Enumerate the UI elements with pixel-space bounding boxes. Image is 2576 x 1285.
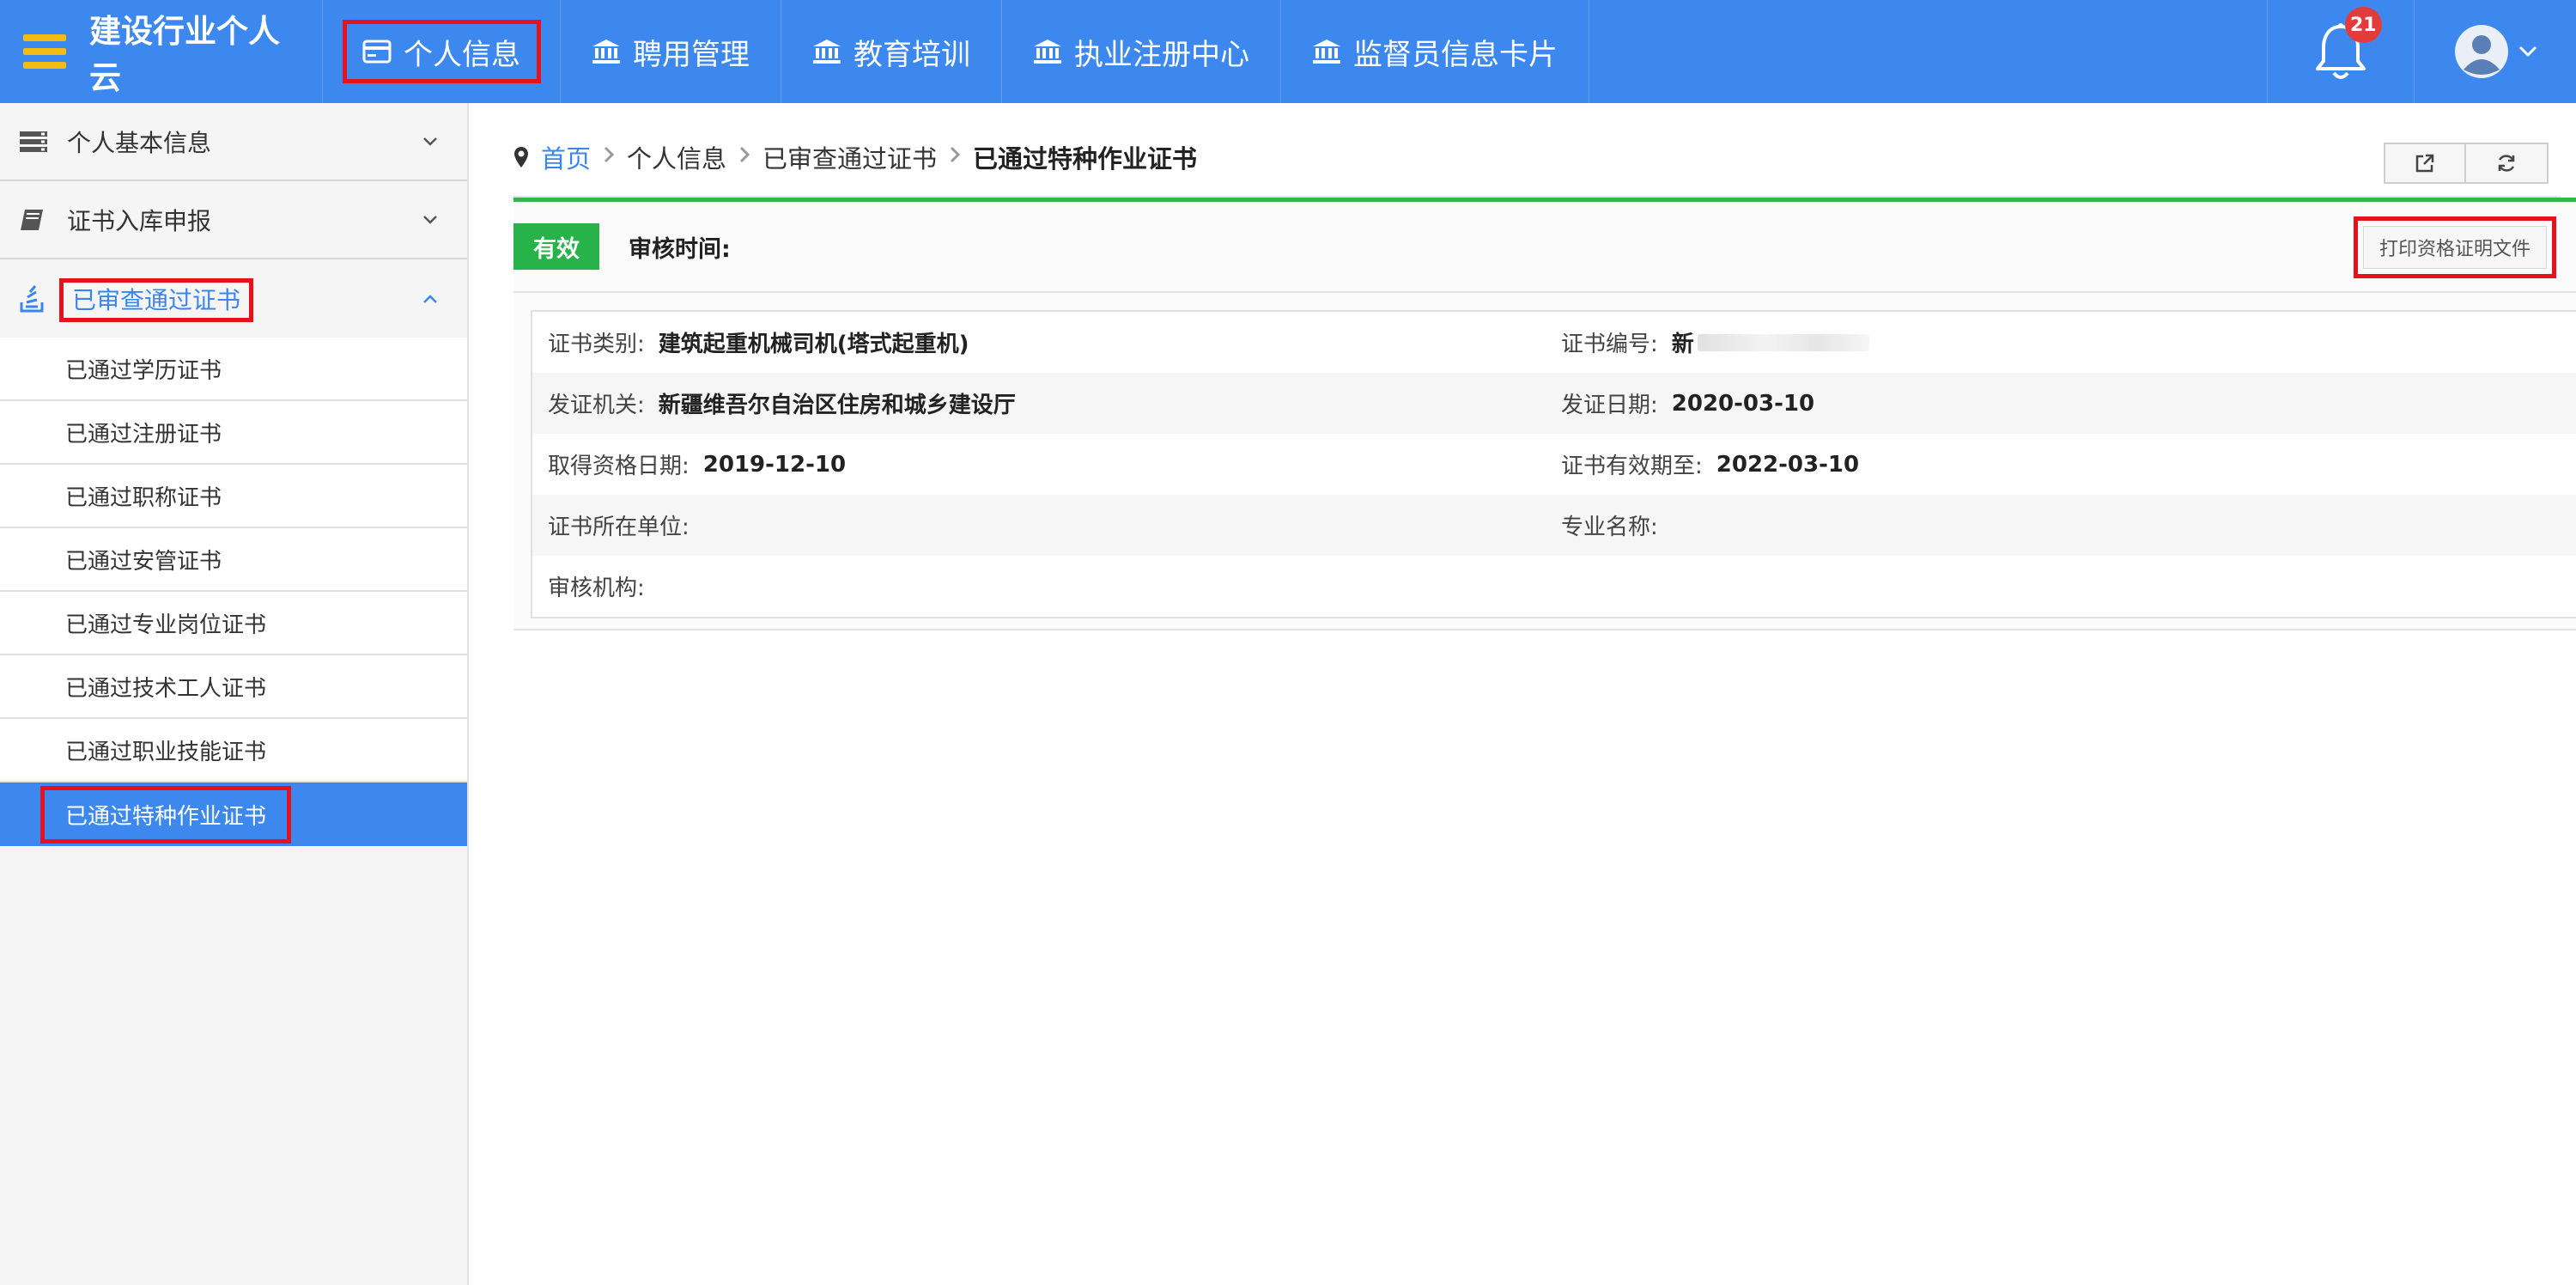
chevron-right-icon: [949, 144, 961, 170]
print-qualification-button[interactable]: 打印资格证明文件: [2354, 216, 2556, 278]
main-content: 首页 个人信息 已审查通过证书 已通过特种作业证书 有效 审核时间: 打印资格证…: [471, 103, 2576, 1285]
nav-label: 聘用管理: [633, 37, 750, 72]
chevron-down-icon: [2518, 46, 2537, 58]
valid-until-label: 证书有效期至:: [1561, 454, 1703, 479]
issue-date-label: 发证日期:: [1561, 393, 1658, 418]
id-card-icon: [362, 40, 392, 64]
cert-category-label: 证书类别:: [548, 332, 645, 357]
sidebar-item-safety-cert[interactable]: 已通过安管证书: [0, 528, 467, 592]
status-badge: 有效: [513, 223, 599, 270]
detail-row: 取得资格日期: 2019-12-10 证书有效期至: 2022-03-10: [532, 434, 2576, 495]
bank-icon: [812, 39, 841, 64]
sidebar-item-education-cert[interactable]: 已通过学历证书: [0, 338, 467, 401]
certificate-card: 有效 审核时间: 打印资格证明文件 证书类别: 建筑起重机械司机(塔式起重机) …: [513, 198, 2576, 630]
sidebar-item-professional-post-cert[interactable]: 已通过专业岗位证书: [0, 592, 467, 655]
chevron-down-icon: [423, 137, 437, 146]
sidebar-group-label: 个人基本信息: [67, 128, 212, 157]
notifications-button[interactable]: 21: [2267, 0, 2415, 103]
sidebar-group-cert-declaration[interactable]: 证书入库申报: [0, 181, 467, 259]
issuing-authority-label: 发证机关:: [548, 393, 645, 418]
server-icon: [19, 131, 50, 153]
nav-employment[interactable]: 聘用管理: [561, 0, 781, 103]
sidebar-item-vocational-skill-cert[interactable]: 已通过职业技能证书: [0, 719, 467, 783]
nav-label: 个人信息: [404, 37, 520, 72]
audit-time-label: 审核时间:: [629, 235, 731, 263]
page-tools: [2384, 143, 2549, 184]
sidebar-group-label: 已审查通过证书: [58, 277, 254, 322]
cert-number-value: 新: [1671, 332, 1694, 357]
nav-label: 监督员信息卡片: [1353, 37, 1558, 72]
nav-label: 执业注册中心: [1074, 37, 1249, 72]
cert-category-value: 建筑起重机械司机(塔式起重机): [658, 332, 969, 357]
sidebar-item-registration-cert[interactable]: 已通过注册证书: [0, 401, 467, 465]
approved-certs-submenu: 已通过学历证书 已通过注册证书 已通过职称证书 已通过安管证书 已通过专业岗位证…: [0, 338, 467, 846]
certificate-card-header: 有效 审核时间: 打印资格证明文件: [513, 202, 2576, 293]
breadcrumb-level1: 个人信息: [627, 144, 727, 174]
bank-icon: [592, 39, 621, 64]
certificate-details: 证书类别: 建筑起重机械司机(塔式起重机) 证书编号: 新 发证机关: 新疆维吾…: [531, 310, 2576, 618]
breadcrumb-level2: 已审查通过证书: [762, 144, 938, 174]
detail-row: 证书所在单位: 专业名称:: [532, 495, 2576, 556]
open-new-window-button[interactable]: [2384, 143, 2466, 184]
chevron-down-icon: [423, 215, 437, 224]
notification-count-badge: 21: [2345, 7, 2382, 43]
sidebar-item-special-operation-cert[interactable]: 已通过特种作业证书: [0, 783, 467, 846]
chevron-right-icon: [603, 144, 615, 170]
detail-row: 审核机构:: [532, 556, 2576, 617]
breadcrumb-home-link[interactable]: 首页: [541, 139, 591, 175]
qualification-date-value: 2019-12-10: [702, 451, 847, 478]
stack-icon: [19, 284, 50, 313]
sidebar-group-approved-certs[interactable]: 已审查通过证书: [0, 259, 467, 338]
breadcrumb: 首页 个人信息 已审查通过证书 已通过特种作业证书: [513, 119, 2561, 198]
sidebar: 个人基本信息 证书入库申报 已审查通过证书 已通过学历证书 已通过注册证书 已通…: [0, 103, 469, 1285]
sidebar-item-title-cert[interactable]: 已通过职称证书: [0, 465, 467, 528]
nav-supervisor-card[interactable]: 监督员信息卡片: [1281, 0, 1589, 103]
chevron-right-icon: [738, 144, 750, 170]
nav-label: 教育培训: [854, 37, 970, 72]
bank-icon: [1033, 39, 1062, 64]
avatar-icon: [2455, 25, 2508, 78]
nav-personal-info[interactable]: 个人信息: [323, 0, 561, 103]
brand-title: 建设行业个人云: [89, 0, 323, 103]
map-pin-icon: [513, 146, 529, 168]
issue-date-value: 2020-03-10: [1671, 390, 1815, 417]
book-icon: [19, 208, 50, 232]
cert-number-label: 证书编号:: [1561, 332, 1658, 357]
sidebar-item-label: 已通过特种作业证书: [39, 785, 292, 843]
sidebar-group-basic-info[interactable]: 个人基本信息: [0, 103, 467, 181]
cert-unit-label: 证书所在单位:: [548, 515, 690, 540]
chevron-up-icon: [423, 294, 437, 303]
redacted-mask: [1697, 333, 1869, 351]
top-navigation-bar: 建设行业个人云 个人信息 聘用管理 教育培训 执业注册中心 监督员信息卡片 21: [0, 0, 2576, 103]
user-menu-button[interactable]: [2415, 0, 2576, 103]
refresh-icon: [2498, 155, 2515, 172]
nav-registration-center[interactable]: 执业注册中心: [1002, 0, 1281, 103]
nav-education[interactable]: 教育培训: [781, 0, 1002, 103]
sidebar-item-technical-worker-cert[interactable]: 已通过技术工人证书: [0, 655, 467, 719]
bank-icon: [1312, 39, 1341, 64]
sidebar-group-label: 证书入库申报: [67, 206, 212, 235]
audit-agency-label: 审核机构:: [548, 576, 645, 601]
breadcrumb-current: 已通过特种作业证书: [973, 144, 1198, 174]
specialty-name-label: 专业名称:: [1561, 515, 1658, 540]
issuing-authority-value: 新疆维吾尔自治区住房和城乡建设厅: [658, 393, 1016, 418]
menu-toggle-button[interactable]: [0, 0, 89, 103]
external-link-icon: [2415, 154, 2434, 173]
detail-row: 发证机关: 新疆维吾尔自治区住房和城乡建设厅 发证日期: 2020-03-10: [532, 373, 2576, 434]
valid-until-value: 2022-03-10: [1716, 451, 1860, 478]
refresh-button[interactable]: [2466, 143, 2549, 184]
detail-row: 证书类别: 建筑起重机械司机(塔式起重机) 证书编号: 新: [532, 312, 2576, 373]
qualification-date-label: 取得资格日期:: [548, 454, 690, 479]
hamburger-icon: [23, 34, 66, 69]
